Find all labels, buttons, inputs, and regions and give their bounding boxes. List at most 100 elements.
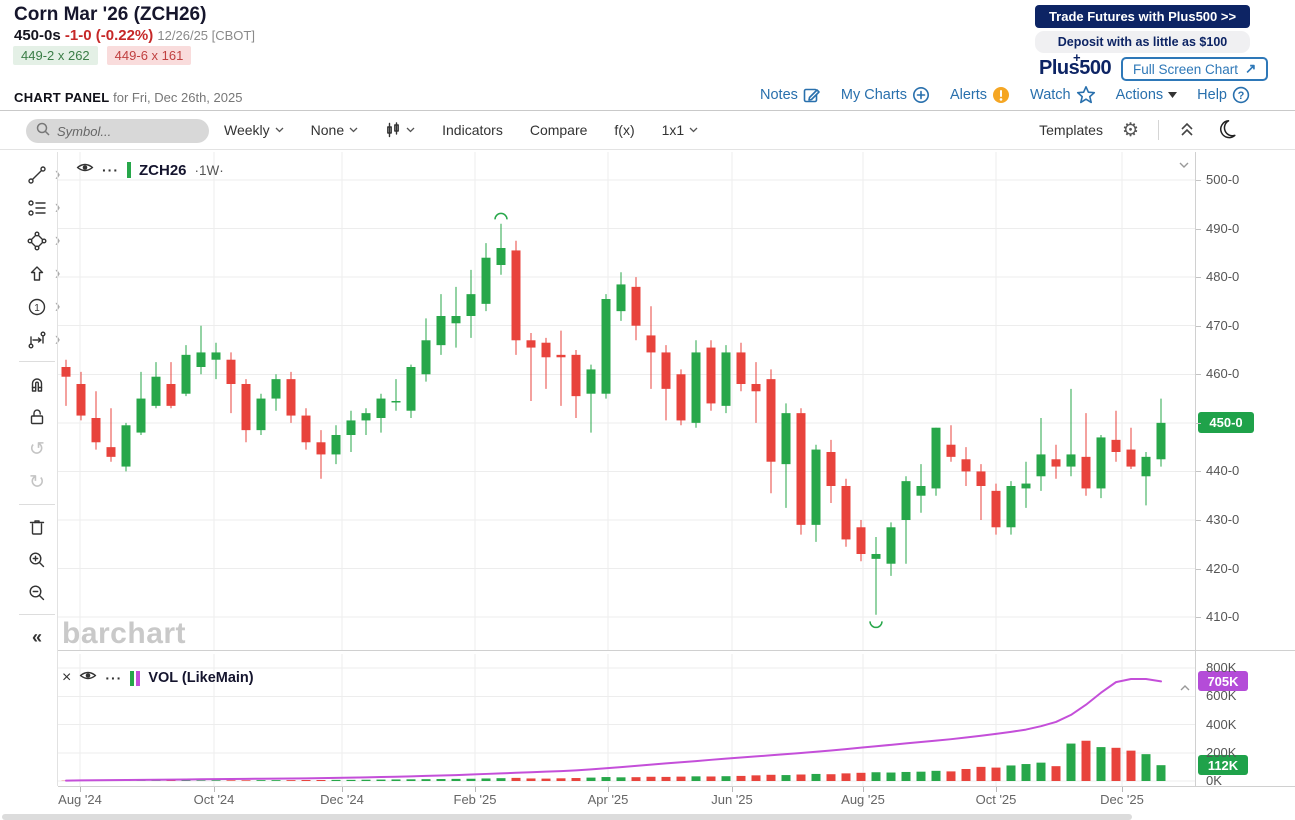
external-arrow-icon: ↗ bbox=[1245, 61, 1257, 76]
measure-tool[interactable]: ❯ bbox=[22, 328, 61, 352]
visibility-eye-icon[interactable] bbox=[76, 161, 94, 179]
price-chart-legend: ··· ZCH26 ·1W· bbox=[76, 161, 224, 179]
price-axis-tick bbox=[1196, 519, 1201, 521]
tools-divider bbox=[19, 504, 55, 505]
chart-page: Corn Mar '26 (ZCH26) 450-0s -1-0 (-0.22%… bbox=[0, 0, 1295, 820]
templates-button[interactable]: Templates bbox=[1039, 122, 1103, 138]
nav-link-label: Notes bbox=[760, 86, 798, 103]
dark-mode-moon-icon[interactable] bbox=[1215, 118, 1237, 143]
volume-axis-label: 600K bbox=[1206, 688, 1237, 704]
legend-symbol: ZCH26 bbox=[139, 161, 187, 179]
nav-link-alerts[interactable]: Alerts bbox=[950, 86, 1010, 104]
price-axis-label: 460-0 bbox=[1206, 366, 1240, 382]
volume-axis-label: 800K bbox=[1206, 660, 1237, 675]
chevron-down-icon bbox=[689, 127, 698, 133]
price-axis-label: 470-0 bbox=[1206, 317, 1240, 333]
date-axis-label: Dec '25 bbox=[1100, 792, 1144, 807]
annotation-number-tool[interactable]: 1❯ bbox=[22, 295, 61, 319]
toolbar-f-x-[interactable]: f(x) bbox=[614, 122, 634, 138]
full-screen-chart-label: Full Screen Chart bbox=[1133, 61, 1239, 77]
magnet-tool[interactable] bbox=[22, 372, 52, 396]
nav-link-label: Help bbox=[1197, 86, 1227, 103]
volume-menu-dots[interactable]: ··· bbox=[105, 670, 122, 686]
toolbar-none[interactable]: None bbox=[311, 122, 358, 138]
nav-link-label: Actions bbox=[1115, 86, 1164, 103]
alert-icon bbox=[992, 86, 1010, 104]
svg-text:?: ? bbox=[1238, 90, 1245, 102]
trend-line-tool[interactable]: ❯ bbox=[22, 163, 61, 187]
date-axis-label: Aug '25 bbox=[841, 792, 885, 807]
volume-panel-collapse-icon[interactable] bbox=[1179, 684, 1191, 692]
volume-axis-label: 200K bbox=[1206, 744, 1237, 760]
plus500-logo: Plus500 + bbox=[1039, 50, 1112, 80]
settings-gear-icon[interactable]: ⚙ bbox=[1122, 121, 1139, 140]
price-axis-label: 440-0 bbox=[1206, 463, 1240, 479]
date-axis-label: Apr '25 bbox=[587, 792, 629, 807]
bid-chip: 449-2 x 262 bbox=[13, 46, 98, 65]
price-axis-tick bbox=[1196, 617, 1201, 619]
zoom-out-tool[interactable] bbox=[22, 581, 52, 605]
zoom-in-tool[interactable] bbox=[22, 548, 52, 572]
nav-link-my-charts[interactable]: My Charts bbox=[841, 86, 930, 104]
nav-link-watch[interactable]: Watch bbox=[1030, 85, 1096, 104]
symbol-search[interactable] bbox=[26, 119, 209, 143]
chart-toolbar: Weekly None Indicators Compare f(x) 1x1 Templ… bbox=[0, 111, 1295, 150]
date-axis-label: Feb '25 bbox=[453, 792, 497, 807]
toolbar-item-label: Weekly bbox=[224, 122, 270, 138]
price-axis-label: 430-0 bbox=[1206, 511, 1240, 527]
candlestick-icon bbox=[385, 122, 401, 138]
undo-tool[interactable]: ↺ bbox=[22, 438, 52, 462]
fibonacci-tool[interactable]: ❯ bbox=[22, 196, 61, 220]
toolbar-chart-type[interactable] bbox=[385, 122, 415, 138]
volume-legend: × ··· VOL (LikeMain) bbox=[62, 669, 254, 687]
toolbar-items: Weekly None Indicators Compare f(x) 1x1 bbox=[224, 111, 698, 149]
toolbar-indicators[interactable]: Indicators bbox=[442, 122, 503, 138]
arrow-marker-tool[interactable]: ❯ bbox=[22, 262, 61, 286]
delete-tool[interactable] bbox=[22, 515, 52, 539]
horizontal-scrollbar[interactable] bbox=[2, 814, 1132, 820]
nav-link-label: Watch bbox=[1030, 86, 1071, 103]
trade-futures-button[interactable]: Trade Futures with Plus500 >> bbox=[1035, 5, 1250, 28]
shapes-tool[interactable]: ❯ bbox=[22, 229, 61, 253]
collapse-sidebar-tool[interactable]: « bbox=[22, 625, 52, 649]
volume-close-icon[interactable]: × bbox=[62, 670, 71, 686]
price-panel-collapse-icon[interactable] bbox=[1178, 161, 1190, 169]
nav-link-help[interactable]: Help? bbox=[1197, 86, 1250, 104]
unlock-tool[interactable] bbox=[22, 405, 52, 429]
price-axis-label: 480-0 bbox=[1206, 269, 1240, 285]
toolbar-right: Templates ⚙ bbox=[1039, 111, 1237, 149]
full-screen-chart-button[interactable]: Full Screen Chart ↗ bbox=[1121, 57, 1269, 81]
price-axis-tick bbox=[1196, 180, 1201, 181]
price-axis-tick bbox=[1196, 228, 1201, 230]
toolbar-weekly[interactable]: Weekly bbox=[224, 122, 284, 138]
quote-date-exchange: 12/26/25 [CBOT] bbox=[157, 28, 255, 43]
bid-ask-row: 449-2 x 262 449-6 x 161 bbox=[13, 46, 192, 65]
price-axis-tick bbox=[1196, 471, 1201, 473]
price-axis-label: 420-0 bbox=[1206, 560, 1240, 576]
volume-eye-icon[interactable] bbox=[79, 669, 97, 687]
panel-nav-links: Notes My Charts Alerts Watch Actions Help? bbox=[760, 85, 1250, 104]
nav-link-actions[interactable]: Actions bbox=[1116, 87, 1178, 103]
price-axis-label: 410-0 bbox=[1206, 609, 1240, 625]
nav-link-notes[interactable]: Notes bbox=[760, 86, 821, 104]
chart-panel-title: CHART PANEL bbox=[14, 90, 110, 105]
chevron-down-icon bbox=[349, 127, 358, 133]
last-price-chip: 450-0 bbox=[1198, 412, 1254, 434]
redo-tool[interactable]: ↻ bbox=[22, 471, 52, 495]
date-axis-label: Oct '25 bbox=[975, 792, 1017, 807]
collapse-toolbar-icon[interactable] bbox=[1178, 121, 1196, 140]
toolbar-1x1[interactable]: 1x1 bbox=[662, 122, 699, 138]
date-axis-label: Oct '24 bbox=[193, 792, 235, 807]
tools-divider bbox=[19, 361, 55, 362]
volume-legend-color-bars bbox=[130, 670, 141, 686]
barchart-watermark: barchart bbox=[62, 617, 187, 650]
price-chart-canvas[interactable] bbox=[58, 152, 1195, 650]
legend-menu-dots[interactable]: ··· bbox=[102, 162, 119, 178]
page-title: Corn Mar '26 (ZCH26) bbox=[14, 4, 207, 25]
chart-panel-date: for Fri, Dec 26th, 2025 bbox=[109, 90, 243, 105]
last-price-text: 450-0s bbox=[14, 27, 61, 44]
symbol-search-input[interactable] bbox=[57, 123, 200, 139]
price-axis-label: 500-0 bbox=[1206, 172, 1240, 187]
price-axis-tick bbox=[1196, 325, 1201, 327]
toolbar-compare[interactable]: Compare bbox=[530, 122, 588, 138]
